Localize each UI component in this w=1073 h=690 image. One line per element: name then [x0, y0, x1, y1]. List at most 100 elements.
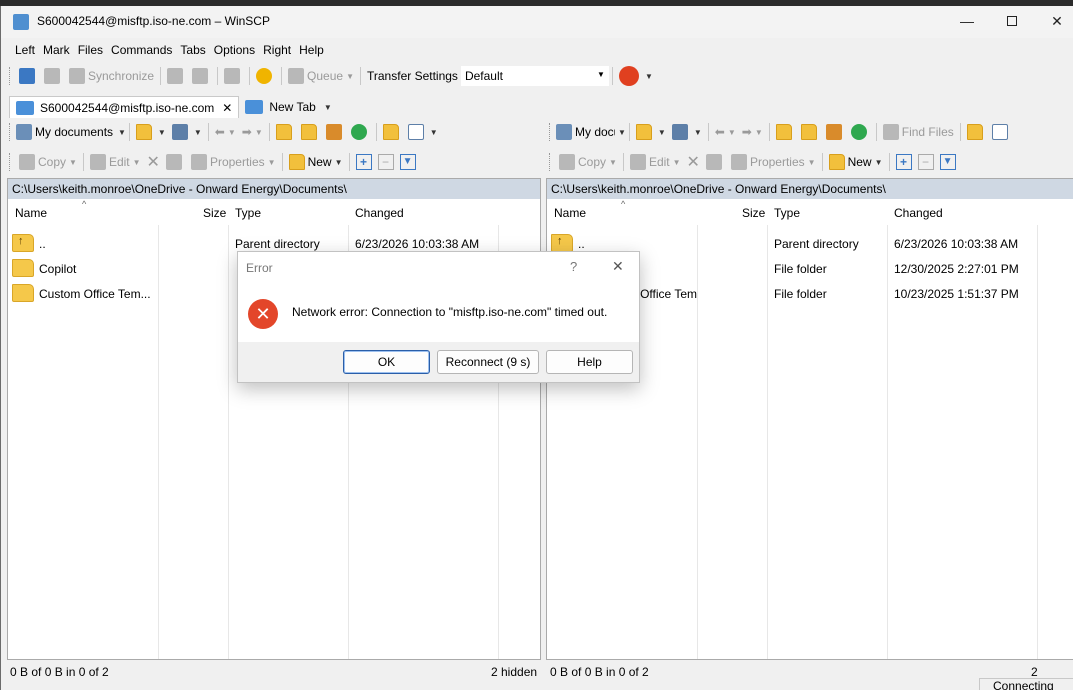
minimize-button[interactable]: —	[944, 6, 990, 36]
col-name[interactable]: Name	[15, 206, 47, 220]
right-select-button[interactable]: +	[893, 151, 915, 173]
right-path-bar[interactable]: C:\Users\keith.monroe\OneDrive - Onward …	[547, 179, 1073, 199]
ok-button[interactable]: OK	[343, 350, 430, 374]
col-type[interactable]: Type	[774, 206, 800, 220]
row-changed: 10/23/2025 1:51:37 PM	[894, 287, 1019, 301]
menu-left[interactable]: Left	[11, 41, 39, 61]
sync-browse-button[interactable]	[41, 65, 66, 87]
right-forward-button[interactable]: ➡ ▼	[739, 121, 766, 143]
transfer-settings-select[interactable]: Default ▼	[460, 66, 609, 86]
left-parent-dir-button[interactable]	[273, 121, 298, 143]
right-refresh-button[interactable]	[848, 121, 873, 143]
left-new-button[interactable]: New ▼	[286, 151, 346, 173]
left-location-select[interactable]: My documents ▼	[16, 122, 126, 142]
left-path-bar[interactable]: C:\Users\keith.monroe\OneDrive - Onward …	[8, 179, 540, 199]
right-view-button[interactable]	[989, 121, 1014, 143]
left-edit-button[interactable]: Edit ▼	[87, 151, 144, 173]
putty-button[interactable]	[189, 65, 214, 87]
right-root-dir-button[interactable]	[798, 121, 823, 143]
left-status-hidden[interactable]: 2 hidden	[491, 661, 537, 683]
col-size[interactable]: Size	[742, 206, 765, 220]
reconnect-status-button[interactable]: ▼	[616, 65, 656, 87]
preferences-button[interactable]	[253, 65, 278, 87]
toolbar-separator	[82, 153, 84, 171]
tab-session[interactable]: S600042544@misftp.iso-ne.com ✕	[9, 96, 240, 118]
help-glyph-icon[interactable]: ?	[570, 259, 577, 274]
row-type: Parent directory	[774, 237, 859, 251]
chevron-down-icon: ▼	[227, 127, 236, 137]
left-copy-button[interactable]: Copy ▼	[16, 151, 80, 173]
chevron-down-icon: ▼	[118, 127, 126, 137]
right-copy-button[interactable]: Copy ▼	[556, 151, 620, 173]
find-files-button[interactable]: Find Files	[880, 121, 957, 143]
left-filter-button[interactable]: ▼	[169, 121, 205, 143]
winscp-window: S600042544@misftp.iso-ne.com – WinSCP — …	[0, 6, 1073, 690]
col-name[interactable]: Name	[554, 206, 586, 220]
right-parent-dir-button[interactable]	[773, 121, 798, 143]
toolbar-separator	[281, 67, 283, 85]
right-back-button[interactable]: ⬅ ▼	[712, 121, 739, 143]
toolbar-separator	[707, 123, 709, 141]
menu-tabs[interactable]: Tabs	[176, 41, 209, 61]
right-location-select[interactable]: My documents ▼	[556, 122, 626, 142]
col-changed[interactable]: Changed	[355, 206, 404, 220]
right-home-button[interactable]	[823, 121, 848, 143]
right-delete-button[interactable]: ✕	[684, 151, 703, 173]
col-type[interactable]: Type	[235, 206, 261, 220]
left-view-button[interactable]: ▼	[405, 121, 441, 143]
left-delete-button[interactable]: ✕	[144, 151, 163, 173]
menu-commands[interactable]: Commands	[107, 41, 176, 61]
reconnect-button[interactable]: Reconnect (9 s)	[437, 350, 539, 374]
queue-button[interactable]: Queue ▼	[285, 65, 357, 87]
error-icon: ✕	[248, 299, 278, 329]
menu-files[interactable]: Files	[74, 41, 107, 61]
maximize-icon	[1007, 16, 1017, 26]
close-tab-icon[interactable]: ✕	[222, 101, 232, 115]
left-select-button[interactable]: +	[353, 151, 375, 173]
chevron-down-icon: ▼	[754, 127, 763, 137]
left-select-all-button[interactable]: ▼	[397, 151, 419, 173]
left-rename-button[interactable]	[163, 151, 188, 173]
menu-help[interactable]: Help	[295, 41, 328, 61]
right-unselect-button[interactable]: −	[915, 151, 937, 173]
menu-options[interactable]: Options	[210, 41, 259, 61]
menu-right[interactable]: Right	[259, 41, 295, 61]
help-button[interactable]: Help	[546, 350, 633, 374]
right-select-all-button[interactable]: ▼	[937, 151, 959, 173]
queue-label: Queue	[307, 69, 344, 83]
tab-new[interactable]: New Tab ▼	[239, 96, 337, 118]
right-open-directory-button[interactable]: ▼	[633, 121, 669, 143]
console-button[interactable]	[164, 65, 189, 87]
right-rename-button[interactable]	[703, 151, 728, 173]
col-changed[interactable]: Changed	[894, 206, 943, 220]
right-filter-button[interactable]: ▼	[669, 121, 705, 143]
properties-icon	[730, 154, 747, 170]
keep-up-to-date-button[interactable]	[221, 65, 246, 87]
chevron-down-icon: ▼	[609, 157, 617, 167]
left-forward-button[interactable]: ➡ ▼	[239, 121, 266, 143]
left-edit-label: Edit	[108, 155, 130, 169]
left-unselect-button[interactable]: −	[375, 151, 397, 173]
chevron-down-icon: ▼	[132, 157, 141, 167]
left-home-button[interactable]	[323, 121, 348, 143]
close-window-button[interactable]: ✕	[1034, 6, 1073, 36]
right-edit-button[interactable]: Edit ▼	[627, 151, 684, 173]
right-properties-button[interactable]: Properties ▼	[728, 151, 819, 173]
tab-new-label: New Tab	[269, 100, 316, 114]
menu-mark[interactable]: Mark	[39, 41, 74, 61]
close-dialog-icon[interactable]: ✕	[612, 258, 624, 275]
left-open-directory-button[interactable]: ▼	[133, 121, 169, 143]
left-nav-toolbar: My documents ▼ ▼ ▼ ⬅ ▼ ➡ ▼ ▼	[9, 120, 441, 144]
col-size[interactable]: Size	[203, 206, 226, 220]
right-tree-button[interactable]	[964, 121, 989, 143]
left-refresh-button[interactable]	[348, 121, 373, 143]
right-new-button[interactable]: New ▼	[826, 151, 886, 173]
left-back-button[interactable]: ⬅ ▼	[212, 121, 239, 143]
left-tree-button[interactable]	[380, 121, 405, 143]
right-status-selection: 0 B of 0 B in 0 of 2	[550, 665, 649, 679]
left-root-dir-button[interactable]	[298, 121, 323, 143]
maximize-button[interactable]	[989, 6, 1035, 36]
synchronize-button[interactable]: Synchronize	[66, 65, 157, 87]
left-properties-button[interactable]: Properties ▼	[188, 151, 279, 173]
compare-directories-button[interactable]	[16, 65, 41, 87]
